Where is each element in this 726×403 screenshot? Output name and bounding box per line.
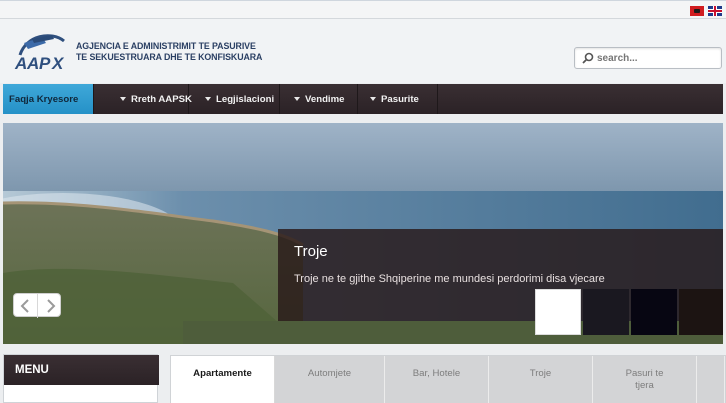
nav-item-decisions[interactable]: Vendime — [280, 84, 358, 114]
nav-item-properties[interactable]: Pasurite — [358, 84, 438, 114]
tab-apartments[interactable]: Apartamente — [171, 356, 275, 403]
tab-land[interactable]: Troje — [489, 356, 593, 403]
tab-label: Pasuri te tjera — [625, 368, 664, 391]
category-tabs: Apartamente Automjete Bar, Hotele Troje … — [170, 355, 726, 403]
chevron-right-icon — [47, 299, 56, 313]
tab-vehicles[interactable]: Automjete — [275, 356, 385, 403]
sidebar-menu: MENU — [3, 354, 159, 403]
main-navigation: Faqja Kryesore Rreth AAPSK Legjislacioni… — [3, 84, 723, 114]
sidebar-menu-title: MENU — [4, 355, 159, 385]
nav-item-label: Faqja Kryesore — [9, 94, 79, 105]
svg-text:X: X — [51, 54, 65, 73]
slide-thumbnail[interactable] — [583, 289, 629, 335]
search-icon — [582, 52, 594, 64]
search-box[interactable] — [574, 47, 722, 69]
tab-other-properties[interactable]: Pasuri te tjera — [593, 356, 697, 403]
slide-thumbnail[interactable] — [679, 289, 723, 335]
slide-caption-text: Troje ne te gjithe Shqiperine me mundesi… — [294, 273, 605, 285]
slide-thumbnail[interactable] — [535, 289, 581, 335]
nav-item-label: Rreth AAPSK — [131, 94, 192, 105]
top-bar — [0, 0, 726, 19]
nav-item-label: Pasurite — [381, 94, 419, 105]
nav-item-label: Legjislacioni — [216, 94, 275, 105]
agency-logo-icon[interactable]: A A P X — [12, 29, 74, 73]
tab-label: Automjete — [307, 368, 352, 379]
svg-text:A: A — [14, 54, 27, 73]
chevron-left-icon — [20, 299, 29, 313]
english-flag-icon[interactable] — [708, 6, 722, 16]
tab-overflow — [697, 356, 725, 403]
next-slide-button[interactable] — [38, 294, 62, 318]
slide-caption-title: Troje — [294, 243, 328, 260]
chevron-down-icon — [370, 97, 376, 101]
previous-slide-button[interactable] — [14, 294, 38, 318]
tab-label: Troje — [529, 368, 552, 379]
chevron-down-icon — [205, 97, 211, 101]
nav-item-home[interactable]: Faqja Kryesore — [3, 84, 94, 114]
nav-item-legislation[interactable]: Legjislacioni — [189, 84, 280, 114]
agency-name-line1: AGJENCIA E ADMINISTRIMIT TE PASURIVE — [76, 41, 256, 52]
agency-name: AGJENCIA E ADMINISTRIMIT TE PASURIVE TE … — [76, 41, 262, 63]
tab-label: Bar, Hotele — [412, 368, 461, 379]
svg-text:P: P — [39, 54, 51, 73]
image-slider[interactable]: Troje Troje ne te gjithe Shqiperine me m… — [3, 123, 723, 344]
tab-label: Apartamente — [193, 368, 252, 379]
albanian-flag-icon[interactable] — [690, 6, 704, 16]
nav-item-about[interactable]: Rreth AAPSK — [94, 84, 192, 114]
tab-bars-hotels[interactable]: Bar, Hotele — [385, 356, 489, 403]
slider-arrows — [13, 293, 62, 318]
agency-name-line2: TE SEKUESTRUARA DHE TE KONFISKUARA — [76, 52, 263, 63]
svg-text:A: A — [26, 54, 39, 73]
chevron-down-icon — [120, 97, 126, 101]
chevron-down-icon — [294, 97, 300, 101]
slide-thumbnail[interactable] — [631, 289, 677, 335]
nav-item-label: Vendime — [305, 94, 345, 105]
search-input[interactable] — [597, 50, 717, 66]
